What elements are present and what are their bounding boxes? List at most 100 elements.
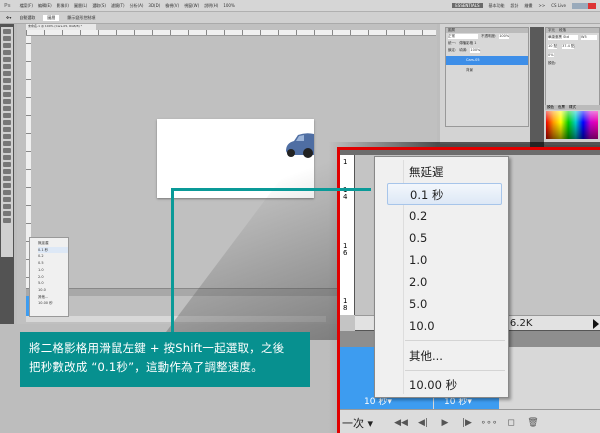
menu-3d[interactable]: 3D(D) <box>148 3 160 8</box>
fill-input[interactable]: 100% <box>470 48 481 53</box>
layer-name: 背景 <box>466 68 473 72</box>
font-family-select[interactable]: 華康儷黑 Std <box>548 35 578 40</box>
menu-image[interactable]: 影像(I) <box>57 3 69 9</box>
tab-paragraph[interactable]: 段落 <box>559 28 566 33</box>
menu-analysis[interactable]: 分析(A) <box>130 3 144 9</box>
swatches-panel: 顏色 色票 樣式 <box>545 105 600 145</box>
mini-menu-item[interactable]: 0.1 秒 <box>38 246 68 254</box>
layers-panel: 圖層 正常 不透明度: 100% 統一: 傳播影格 1 鎖定: 填滿: 100%… <box>445 27 529 127</box>
lock-label: 鎖定: <box>448 48 457 52</box>
delete-frame-icon[interactable]: 🗑 <box>522 418 544 428</box>
menu-filter[interactable]: 濾鏡(T) <box>111 3 125 9</box>
panel-icon-column <box>530 27 544 147</box>
menu-item-0-2[interactable]: 0.2 <box>387 205 502 227</box>
opacity-input[interactable]: 100% <box>499 34 510 39</box>
caption-line-1: 將二格影格用滑鼠左鍵 + 按Shift一起選取，之後 <box>29 341 285 355</box>
font-size-input[interactable]: 10 點 <box>548 44 558 49</box>
layer-name: Cars-05 <box>466 58 480 62</box>
mini-menu-item[interactable]: 2.0 <box>38 274 68 281</box>
move-tool-icon[interactable]: ✥▾ <box>6 15 11 20</box>
frame-number: 1 <box>343 158 348 166</box>
tracking-input[interactable]: 0% <box>548 53 554 57</box>
photoshop-logo: Ps <box>4 2 11 9</box>
menu-item-no-delay[interactable]: 無延遲 <box>387 161 502 183</box>
menu-item-2-0[interactable]: 2.0 <box>387 271 502 293</box>
menu-item-0-1[interactable]: 0.1 秒 <box>387 183 502 205</box>
unify-label: 統一: <box>448 41 457 45</box>
next-frame-icon[interactable]: |▶ <box>456 418 478 428</box>
mini-menu-item[interactable]: 10.0 <box>38 287 68 294</box>
new-frame-icon[interactable]: ◻ <box>500 418 522 428</box>
menu-edit[interactable]: 編輯(E) <box>38 3 52 9</box>
mini-menu-item[interactable]: 5.0 <box>38 280 68 287</box>
mini-menu-item[interactable]: 1.0 <box>38 267 68 274</box>
opacity-label: 不透明度: <box>481 34 497 38</box>
layer-row[interactable]: 背景 <box>446 66 528 75</box>
mini-menu-item[interactable]: 0.5 <box>38 260 68 267</box>
fill-label: 填滿: <box>459 48 468 52</box>
menu-file[interactable]: 檔案(F) <box>20 3 33 9</box>
menu-item-10-0[interactable]: 10.0 <box>387 315 502 337</box>
show-transform-checkbox[interactable]: 顯示變形控制項 <box>67 15 95 21</box>
workspace-essentials[interactable]: ESSENTIALS <box>452 3 483 8</box>
menu-item-1-0[interactable]: 1.0 <box>387 249 502 271</box>
tab-swatches[interactable]: 色票 <box>558 105 565 110</box>
tab-character[interactable]: 字元 <box>548 28 555 33</box>
frame-number: 1 8 <box>343 297 348 312</box>
mini-menu-item[interactable]: 0.2 <box>38 253 68 260</box>
prev-frame-icon[interactable]: ◀| <box>412 418 434 428</box>
workspace-switcher: ESSENTIALS 基本功能 設計 繪畫 >> CS Live <box>452 2 600 9</box>
loop-select[interactable]: 一次 ▾ <box>340 415 390 431</box>
frame-delay-menu: 無延遲 0.1 秒 0.2 0.5 1.0 2.0 5.0 10.0 其他...… <box>374 156 509 398</box>
menu-item-5-0[interactable]: 5.0 <box>387 293 502 315</box>
menu-item-other[interactable]: 其他... <box>387 345 502 367</box>
layer-row-selected[interactable]: Cars-05 <box>446 56 528 65</box>
menu-separator <box>405 370 505 371</box>
tween-icon[interactable]: ∘∘∘ <box>478 418 500 428</box>
font-style-select[interactable]: W5 <box>581 35 597 40</box>
workspace-painting[interactable]: 繪畫 <box>525 3 533 9</box>
auto-select-checkbox[interactable]: 自動選取 <box>19 15 35 21</box>
color-label: 顏色: <box>548 61 557 65</box>
options-bar: ✥▾ 自動選取 圖層 顯示變形控制項 <box>0 12 600 24</box>
workspace-more[interactable]: >> <box>539 3 546 8</box>
character-panel: 字元 段落 華康儷黑 Std W5 10 點 37.4 點 0% 顏色: <box>545 27 600 107</box>
instruction-caption: 將二格影格用滑鼠左鍵 + 按Shift一起選取，之後 把秒數改成 “0.1秒”，… <box>20 332 310 387</box>
leading-input[interactable]: 37.4 點 <box>562 44 575 49</box>
workspace-basic[interactable]: 基本功能 <box>489 3 505 9</box>
mini-menu-item[interactable]: 10.00 秒 <box>38 300 68 307</box>
workspace-design[interactable]: 設計 <box>511 3 519 9</box>
car-image <box>286 133 314 158</box>
first-frame-icon[interactable]: ◀◀ <box>390 418 412 428</box>
status-menu-arrow-icon[interactable] <box>593 319 599 329</box>
propagate-checkbox[interactable]: 傳播影格 1 <box>459 41 476 46</box>
callout-line <box>171 188 174 332</box>
menu-item-current[interactable]: 10.00 秒 <box>387 374 502 396</box>
menu-help[interactable]: 說明(H) <box>204 3 218 9</box>
mini-menu-item[interactable]: 無延遲 <box>38 240 68 247</box>
animation-controls: 一次 ▾ ◀◀ ◀| ▶ |▶ ∘∘∘ ◻ 🗑 <box>340 409 600 433</box>
zoom-level[interactable]: 100% <box>223 3 234 8</box>
menu-layer[interactable]: 圖層(L) <box>74 3 87 9</box>
blend-mode-select[interactable]: 正常 <box>448 34 478 39</box>
cs-live[interactable]: CS Live <box>551 3 566 8</box>
menu-select[interactable]: 選取(S) <box>92 3 106 9</box>
frame-number: 1 6 <box>343 242 348 257</box>
menu-item-0-5[interactable]: 0.5 <box>387 227 502 249</box>
tab-color[interactable]: 顏色 <box>547 105 554 110</box>
tab-styles[interactable]: 樣式 <box>569 105 576 110</box>
menu-view[interactable]: 檢視(V) <box>165 3 179 9</box>
mini-delay-menu: 無延遲 0.1 秒 0.2 0.5 1.0 2.0 5.0 10.0 其他...… <box>29 237 69 317</box>
callout-line <box>171 188 371 191</box>
loop-value: 一次 <box>342 417 364 430</box>
auto-select-dropdown[interactable]: 圖層 <box>43 14 60 21</box>
mini-menu-item[interactable]: 其他... <box>38 294 68 301</box>
menu-window[interactable]: 視窗(W) <box>184 3 199 9</box>
zoomed-callout: 1 1 4 1 6 1 8 56.2K/326.2K 10 秒▾ 10 秒▾ 一… <box>337 147 600 433</box>
play-icon[interactable]: ▶ <box>434 418 456 428</box>
caption-line-2: 把秒數改成 “0.1秒”，這動作為了調整速度。 <box>29 360 263 374</box>
frame-ruler: 1 1 4 1 6 1 8 <box>340 155 355 315</box>
window-controls[interactable] <box>572 2 596 9</box>
horizontal-ruler <box>26 30 436 36</box>
menu-separator <box>405 340 505 341</box>
